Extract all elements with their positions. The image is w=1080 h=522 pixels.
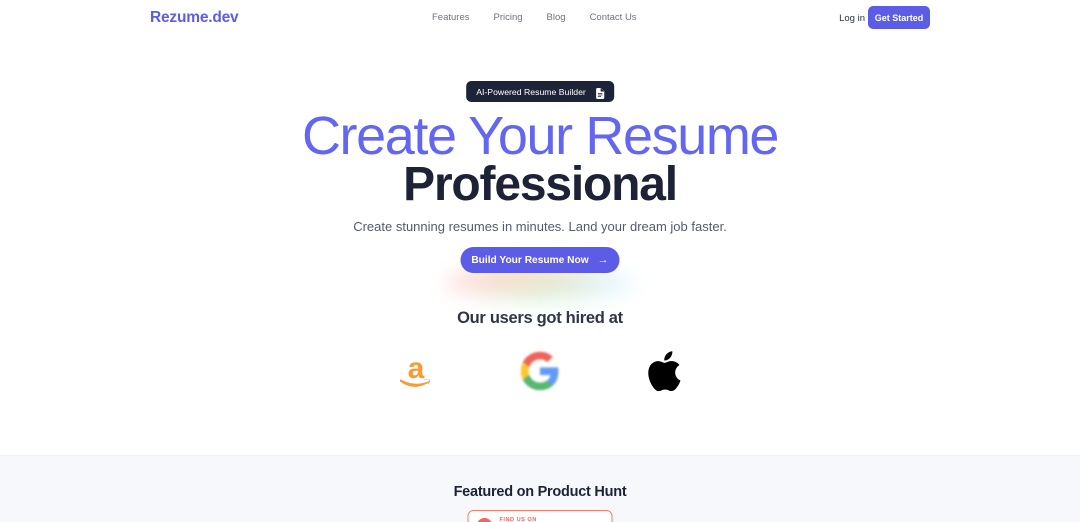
amazon-logo: a	[390, 345, 442, 397]
nav-item-features[interactable]: Features	[432, 11, 470, 25]
product-hunt-title: Featured on Product Hunt	[453, 484, 627, 500]
product-hunt-badge[interactable]: FIND US ON Product Hunt 1	[467, 510, 613, 522]
apple-logo	[638, 345, 690, 397]
get-started-button[interactable]: Get Started	[868, 6, 930, 29]
nav-item-pricing[interactable]: Pricing	[494, 11, 523, 25]
ai-powered-badge-label: AI-Powered Resume Builder	[476, 86, 586, 97]
document-icon	[595, 86, 605, 100]
social-proof-title: Our users got hired at	[457, 309, 623, 327]
product-hunt-find-us-on: FIND US ON	[499, 517, 537, 522]
ai-powered-badge[interactable]: AI-Powered Resume Builder	[466, 81, 614, 102]
headline-line-2: Professional	[403, 158, 678, 211]
product-hunt-badge-texts: FIND US ON Product Hunt	[500, 517, 580, 522]
product-hunt-upvotes[interactable]: 1	[587, 517, 604, 522]
build-resume-cta-label: Build Your Resume Now	[471, 254, 589, 266]
svg-text:a: a	[408, 352, 425, 385]
hero-section: AI-Powered Resume Builder Create Your Re…	[0, 0, 1080, 455]
upvote-caret-icon	[591, 517, 600, 522]
company-logos: a	[390, 345, 690, 397]
main-navigation: Features Pricing Blog Contact Us	[432, 11, 637, 25]
site-logo[interactable]: Rezume.dev	[150, 9, 239, 27]
arrow-right-icon: →	[597, 253, 609, 266]
hero-subtitle: Create stunning resumes in minutes. Land…	[353, 219, 727, 234]
landing-page: Rezume.dev Features Pricing Blog Contact…	[0, 0, 1080, 522]
product-hunt-logo-icon	[476, 518, 493, 522]
build-resume-cta-button[interactable]: Build Your Resume Now →	[460, 247, 620, 273]
site-header: Rezume.dev Features Pricing Blog Contact…	[0, 0, 1080, 36]
nav-item-blog[interactable]: Blog	[547, 11, 566, 25]
headline-line-1: Create Your Resume	[301, 106, 779, 166]
hero-headline: Create Your Resume Professional	[0, 107, 1080, 211]
product-hunt-section: Featured on Product Hunt FIND US ON Prod…	[0, 455, 1080, 522]
login-link[interactable]: Log in	[839, 12, 865, 26]
nav-item-contact-us[interactable]: Contact Us	[590, 11, 637, 25]
google-logo	[514, 345, 566, 397]
